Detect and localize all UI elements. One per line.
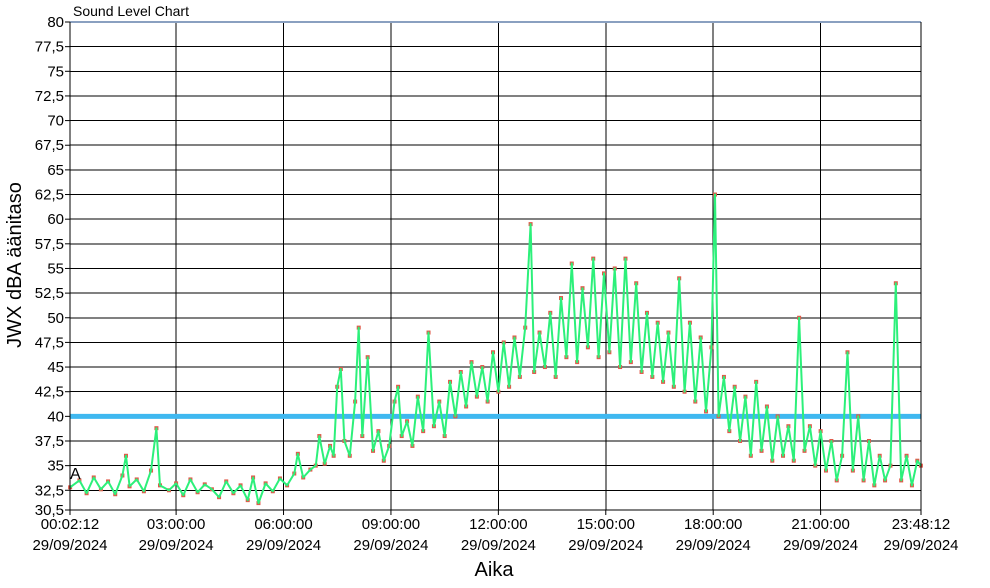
grid [69, 21, 922, 511]
y-tick-label: 65 [47, 162, 64, 179]
y-tick-label: 80 [47, 14, 64, 31]
x-tick-time: 21:00:00 [791, 516, 849, 533]
y-tick-label: 52,5 [35, 285, 64, 302]
x-tick-time: 06:00:00 [254, 516, 312, 533]
y-tick-label: 70 [47, 113, 64, 130]
y-tick-label: 45 [47, 359, 64, 376]
y-tick-label: 35 [47, 458, 64, 475]
y-tick-label: 75 [47, 63, 64, 80]
x-tick-time: 12:00:00 [469, 516, 527, 533]
x-tick-date: 29/09/2024 [461, 537, 536, 554]
x-tick-date: 29/09/2024 [883, 537, 958, 554]
y-tick-label: 60 [47, 211, 64, 228]
x-tick-date: 29/09/2024 [568, 537, 643, 554]
x-tick-time: 23:48:12 [892, 516, 950, 533]
plot-area [70, 22, 921, 510]
x-tick-date: 29/09/2024 [783, 537, 858, 554]
y-tick-label: 50 [47, 310, 64, 327]
x-tick-date: 29/09/2024 [32, 537, 107, 554]
y-tick-label: 62,5 [35, 187, 64, 204]
y-tick-label: 40 [47, 408, 64, 425]
x-tick-date: 29/09/2024 [139, 537, 214, 554]
marker-label: A [70, 466, 81, 483]
y-tick-label: 42,5 [35, 384, 64, 401]
x-tick-time: 03:00:00 [147, 516, 205, 533]
sound-level-chart: 30,532,53537,54042,54547,55052,55557,560… [4, 3, 959, 581]
x-tick-time: 18:00:00 [684, 516, 742, 533]
x-tick-time: 00:02:12 [41, 516, 99, 533]
chart-title: Sound Level Chart [73, 3, 189, 19]
x-tick-time: 09:00:00 [362, 516, 420, 533]
y-tick-label: 57,5 [35, 236, 64, 253]
x-axis-title: Aika [475, 559, 515, 581]
x-tick-time: 15:00:00 [577, 516, 635, 533]
x-tick-date: 29/09/2024 [676, 537, 751, 554]
y-tick-label: 55 [47, 260, 64, 277]
x-tick-date: 29/09/2024 [353, 537, 428, 554]
y-tick-label: 72,5 [35, 88, 64, 105]
y-tick-label: 67,5 [35, 137, 64, 154]
y-tick-label: 37,5 [35, 433, 64, 450]
y-tick-label: 77,5 [35, 39, 64, 56]
y-tick-label: 32,5 [35, 482, 64, 499]
y-axis-title: JWX dBA äänitaso [4, 182, 26, 348]
y-tick-label: 47,5 [35, 334, 64, 351]
x-tick-date: 29/09/2024 [246, 537, 321, 554]
